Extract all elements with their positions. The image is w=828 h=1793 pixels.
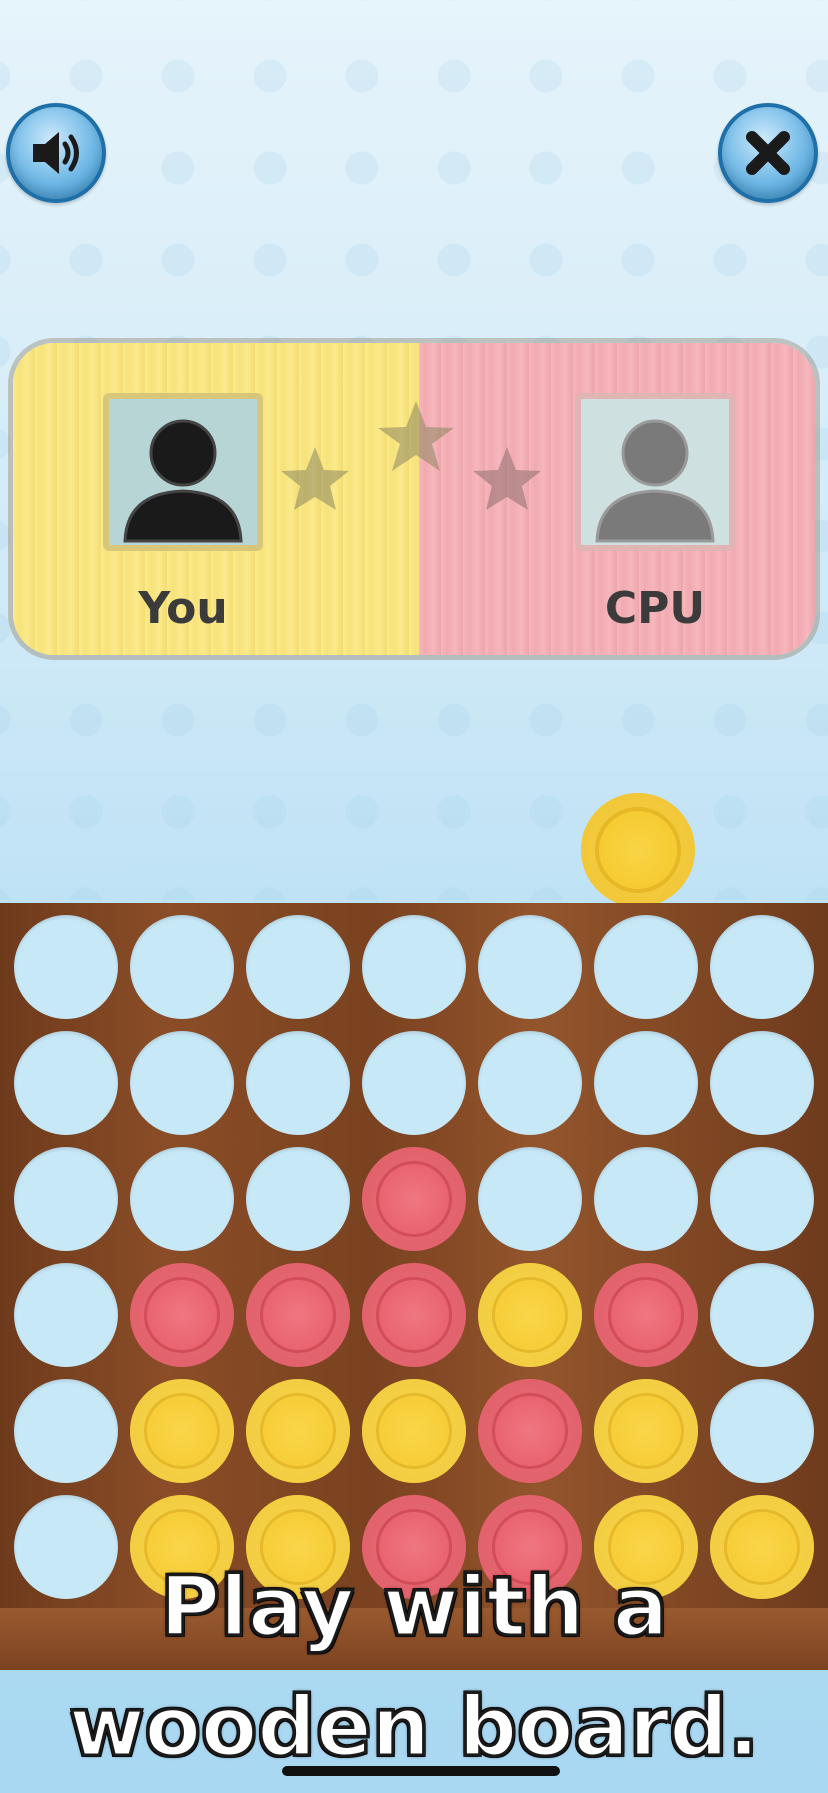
disc-yellow[interactable]	[362, 1379, 466, 1483]
board-slot-empty[interactable]	[14, 1031, 118, 1135]
board-slot-empty[interactable]	[710, 1379, 814, 1483]
disc-red[interactable]	[246, 1263, 350, 1367]
board-slot-empty[interactable]	[246, 915, 350, 1019]
sound-button[interactable]	[6, 103, 106, 203]
board-slot-empty[interactable]	[14, 1379, 118, 1483]
player-cpu-label: CPU	[604, 583, 706, 634]
disc-yellow[interactable]	[478, 1263, 582, 1367]
player-you-avatar	[103, 393, 263, 551]
cpu-silhouette-icon	[595, 419, 715, 543]
board-slot-empty[interactable]	[594, 1147, 698, 1251]
board-slot-empty[interactable]	[478, 1147, 582, 1251]
board-slot-empty[interactable]	[478, 915, 582, 1019]
board-slot-empty[interactable]	[594, 1031, 698, 1135]
disc-yellow[interactable]	[246, 1379, 350, 1483]
home-indicator	[282, 1766, 560, 1776]
disc-red[interactable]	[362, 1263, 466, 1367]
disc-yellow[interactable]	[130, 1379, 234, 1483]
board-slot-empty[interactable]	[362, 915, 466, 1019]
board-slot-empty[interactable]	[594, 915, 698, 1019]
close-icon	[746, 131, 790, 175]
disc-red[interactable]	[130, 1263, 234, 1367]
speaker-icon	[33, 132, 79, 174]
board-slot-empty[interactable]	[130, 1147, 234, 1251]
board-slot-empty[interactable]	[14, 1263, 118, 1367]
disc-red[interactable]	[478, 1379, 582, 1483]
caption-line-2: wooden board.	[67, 1679, 760, 1777]
score-panel: You CPU	[8, 338, 820, 660]
board-slot-empty[interactable]	[14, 1147, 118, 1251]
player-you-label: You	[138, 583, 228, 634]
close-button[interactable]	[718, 103, 818, 203]
board-slot-empty[interactable]	[710, 1263, 814, 1367]
board-slot-empty[interactable]	[130, 1031, 234, 1135]
board-slot-empty[interactable]	[710, 1147, 814, 1251]
disc-yellow[interactable]	[594, 1379, 698, 1483]
pending-disc[interactable]	[581, 793, 695, 907]
board-slot-empty[interactable]	[710, 915, 814, 1019]
game-board[interactable]	[0, 903, 828, 1608]
board-slot-empty[interactable]	[246, 1031, 350, 1135]
disc-red[interactable]	[594, 1263, 698, 1367]
user-silhouette-icon	[123, 419, 243, 543]
player-cpu-avatar	[575, 393, 735, 551]
board-slot-empty[interactable]	[14, 915, 118, 1019]
caption-line-1: Play with a	[158, 1559, 669, 1657]
board-slot-empty[interactable]	[130, 915, 234, 1019]
disc-red[interactable]	[362, 1147, 466, 1251]
board-slot-empty[interactable]	[362, 1031, 466, 1135]
board-slot-empty[interactable]	[246, 1147, 350, 1251]
board-slot-empty[interactable]	[478, 1031, 582, 1135]
board-slot-empty[interactable]	[710, 1031, 814, 1135]
